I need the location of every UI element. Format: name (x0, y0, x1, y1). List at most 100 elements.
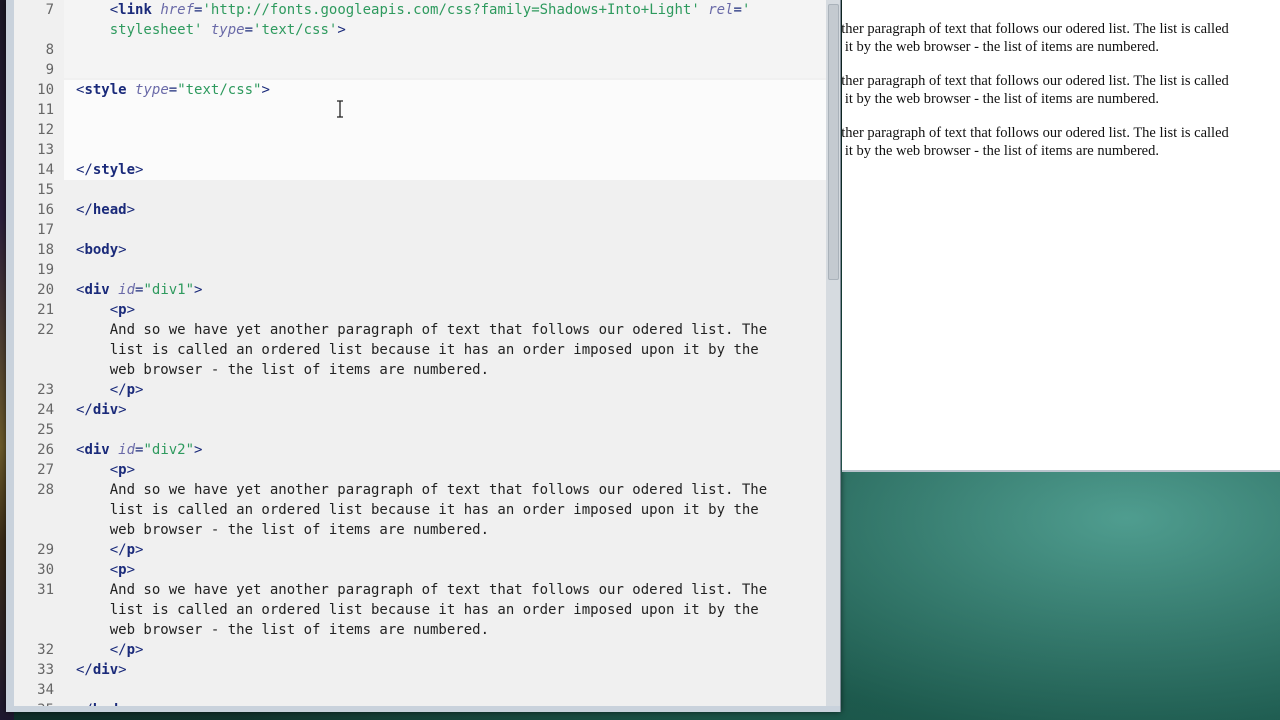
code-token: > (194, 442, 203, 458)
line-number: 34 (37, 682, 54, 698)
line-number: 15 (37, 182, 54, 198)
code-token: "div2" (143, 442, 195, 458)
code-token: p (118, 302, 127, 318)
code-token: type (135, 82, 169, 98)
code-token: < (109, 302, 119, 318)
browser-paragraph-1-line-2: n it by the web browser - the list of it… (842, 39, 1159, 55)
code-token: rel (708, 2, 734, 18)
line-number: 10 (37, 82, 54, 98)
code-line[interactable]: And so we have yet another paragraph of … (76, 320, 767, 340)
code-token: > (337, 22, 346, 38)
line-number: 25 (37, 422, 54, 438)
code-line[interactable]: </body> (76, 700, 135, 706)
code-token: div (84, 282, 110, 298)
code-line[interactable]: <p> (76, 560, 135, 580)
code-token: </ (76, 402, 93, 418)
code-token: > (127, 702, 135, 706)
code-line[interactable]: web browser - the list of items are numb… (76, 620, 489, 640)
code-token: > (126, 302, 136, 318)
browser-paragraph-3-line-1: other paragraph of text that follows our… (842, 125, 1229, 141)
code-token: > (135, 162, 144, 178)
line-number: 11 (37, 102, 54, 118)
code-token: </ (76, 662, 93, 678)
code-line[interactable]: </style> (76, 160, 143, 180)
code-token: </ (76, 202, 93, 218)
editor-scrollbar[interactable] (826, 0, 840, 706)
line-number: 33 (37, 662, 54, 678)
code-line[interactable]: And so we have yet another paragraph of … (76, 480, 767, 500)
code-line[interactable]: </p> (76, 540, 144, 560)
code-line[interactable]: web browser - the list of items are numb… (76, 520, 489, 540)
browser-paragraph-2-line-1: other paragraph of text that follows our… (842, 73, 1229, 89)
code-token: div (92, 402, 119, 418)
line-number: 30 (37, 562, 54, 578)
code-line[interactable]: </p> (76, 640, 144, 660)
line-number: 22 (37, 322, 54, 338)
code-token: ' (741, 2, 751, 18)
code-line[interactable]: <div id="div1"> (76, 280, 202, 300)
code-line[interactable]: list is called an ordered list because i… (76, 600, 759, 620)
code-line[interactable]: </p> (76, 380, 144, 400)
code-token: > (118, 242, 127, 258)
code-token: < (109, 562, 119, 578)
line-number: 12 (37, 122, 54, 138)
code-token: > (126, 202, 136, 218)
code-token: 'text/css' (253, 22, 338, 38)
code-line[interactable]: <link href = 'http://fonts.googleapis.com/… (76, 0, 751, 20)
code-editor-pane[interactable]: 7 8 9 10 11 12 13 14 15 16 17 18 19 20 21 22 23 24 25 26 27 2… (14, 0, 827, 706)
code-token: > (135, 542, 144, 558)
line-number: 19 (37, 262, 54, 278)
code-token: p (126, 542, 136, 558)
line-number: 23 (37, 382, 54, 398)
code-token: id (118, 442, 136, 458)
code-line[interactable]: <div id="div2"> (76, 440, 202, 460)
code-line[interactable]: list is called an ordered list because i… (76, 340, 759, 360)
code-line[interactable]: <style type="text/css"> (76, 80, 270, 100)
code-line[interactable]: </div> (76, 400, 127, 420)
code-token: body (93, 702, 127, 706)
code-editor-window[interactable]: 7 8 9 10 11 12 13 14 15 16 17 18 19 20 21 22 23 24 25 26 27 2… (6, 0, 841, 712)
code-token: id (118, 282, 136, 298)
code-line[interactable]: <p> (76, 460, 135, 480)
code-token: list is called an ordered list because i… (76, 602, 759, 618)
code-token: > (126, 462, 136, 478)
browser-preview-window[interactable]: other paragraph of text that follows our… (842, 0, 1280, 472)
line-number: 35 (14, 700, 54, 706)
code-line[interactable]: </div> (76, 660, 127, 680)
line-number: 18 (37, 242, 54, 258)
code-line[interactable]: web browser - the list of items are numb… (76, 360, 489, 380)
code-token: = (244, 22, 254, 38)
code-token: "text/css" (177, 82, 262, 98)
line-number: 17 (37, 222, 54, 238)
code-token: stylesheet' (109, 22, 203, 38)
code-line[interactable]: <p> (76, 300, 135, 320)
line-number: 20 (37, 282, 54, 298)
line-number: 8 (45, 42, 54, 58)
line-number: 16 (37, 202, 54, 218)
line-number: 32 (37, 642, 54, 658)
editor-scroll-thumb[interactable] (828, 4, 839, 280)
code-token: = (168, 82, 178, 98)
code-token: </ (76, 162, 93, 178)
code-token: style (92, 162, 136, 178)
code-line[interactable]: And so we have yet another paragraph of … (76, 580, 767, 600)
code-token: > (194, 282, 203, 298)
code-token: head (92, 202, 127, 218)
code-token: > (118, 662, 127, 678)
code-line[interactable]: list is called an ordered list because i… (76, 500, 759, 520)
code-token: And so we have yet another paragraph of … (76, 582, 768, 598)
line-number: 29 (37, 542, 54, 558)
line-number-gutter: 7 8 9 10 11 12 13 14 15 16 17 18 19 20 21 22 23 24 25 26 27 2… (14, 0, 64, 706)
code-token: type (210, 22, 245, 38)
code-token: p (126, 642, 136, 658)
code-line[interactable]: stylesheet' type='text/css'> (76, 20, 346, 40)
code-line[interactable]: <body> (76, 240, 127, 260)
code-token: p (118, 462, 127, 478)
code-line[interactable]: </head> (76, 200, 135, 220)
